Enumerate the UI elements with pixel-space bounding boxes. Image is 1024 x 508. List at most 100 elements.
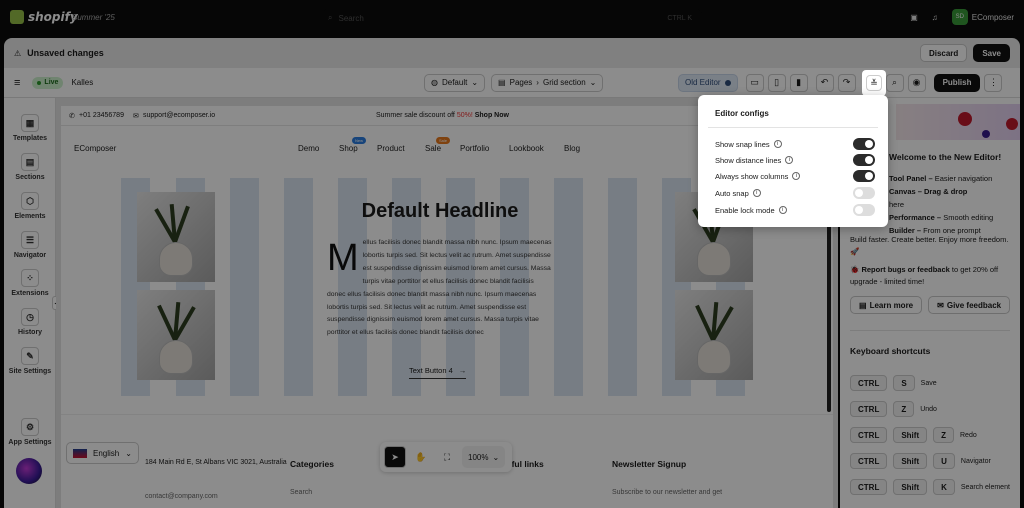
- inspect-icon[interactable]: ⌕: [885, 73, 904, 92]
- publish-button[interactable]: Publish: [933, 73, 981, 92]
- save-button[interactable]: Save: [973, 44, 1010, 62]
- bug-icon: 🐞: [850, 265, 860, 274]
- column-guide: [230, 178, 259, 396]
- give-feedback-button[interactable]: ✉ Give feedback: [928, 296, 1011, 314]
- left-sidebar: ▦ Templates ▤ Sections ⬡ Elements ☰ Navigato…: [4, 98, 60, 508]
- store-logo[interactable]: EComposer: [74, 144, 116, 153]
- info-icon[interactable]: i: [778, 206, 787, 214]
- shortcut-label: Undo: [920, 405, 937, 413]
- plant-image[interactable]: [675, 290, 753, 380]
- shopify-logo[interactable]: shopify: [10, 10, 78, 24]
- key: CTRL: [850, 479, 888, 495]
- sidebar-item-sections[interactable]: ▤ Sections: [4, 153, 56, 181]
- sidebar-item-site-settings[interactable]: ✎ Site Settings: [4, 347, 56, 375]
- show-columns-toggle[interactable]: [853, 170, 875, 182]
- chevron-down-icon: ⌄: [125, 448, 132, 458]
- config-label: Show distance lines: [715, 155, 782, 165]
- sidebar-item-label: Templates: [12, 135, 48, 142]
- feature-desc: Easier navigation: [932, 174, 993, 183]
- template-label: Default: [441, 78, 468, 87]
- old-editor-button[interactable]: Old Editor: [678, 73, 738, 92]
- decor-ball-icon: [958, 112, 972, 126]
- sidebar-item-elements[interactable]: ⬡ Elements: [4, 192, 56, 220]
- language-label: English: [93, 448, 120, 458]
- nav-blog[interactable]: Blog: [564, 144, 580, 153]
- bell-icon[interactable]: ♫: [932, 13, 938, 22]
- template-select[interactable]: ◍ Default ⌄: [424, 73, 486, 92]
- preview-eye-icon[interactable]: ◉: [907, 73, 926, 92]
- sidebar-item-label: Extensions: [11, 290, 49, 297]
- sidebar-item-label: History: [17, 329, 43, 336]
- store-icon[interactable]: ▣: [910, 13, 918, 22]
- sidebar-item-templates[interactable]: ▦ Templates: [4, 114, 56, 142]
- sidebar-item-app-settings[interactable]: ⚙ App Settings: [4, 418, 56, 446]
- nav-lookbook[interactable]: Lookbook: [509, 144, 544, 153]
- distance-lines-toggle[interactable]: [853, 154, 875, 166]
- phone-icon: ✆: [69, 113, 75, 120]
- feature-list: Tool Panel – Easier navigation Canvas – …: [889, 172, 1015, 237]
- sidebar-item-label: Sections: [15, 174, 45, 181]
- snap-lines-toggle[interactable]: [853, 138, 875, 150]
- language-select[interactable]: English ⌄: [66, 442, 139, 464]
- footer-search-link[interactable]: Search: [290, 489, 312, 496]
- default-headline[interactable]: Default Headline: [321, 200, 559, 223]
- feature-title: Performance –: [889, 213, 942, 222]
- sidebar-item-history[interactable]: ◷ History: [4, 308, 56, 336]
- account-menu[interactable]: SD EComposer: [951, 9, 1014, 25]
- report-bold: Report bugs or feedback: [861, 265, 950, 274]
- select-pointer-icon[interactable]: ➤: [384, 446, 406, 468]
- sidebar-item-extensions[interactable]: ⁘ Extensions: [4, 269, 56, 297]
- learn-more-button[interactable]: ▤ Learn more: [850, 296, 923, 314]
- promo-percent: 50%!: [456, 112, 473, 119]
- learn-more-label: Learn more: [869, 300, 914, 310]
- feature-title: Canvas – Drag & drop: [889, 187, 968, 196]
- ai-assistant-orb[interactable]: [16, 458, 42, 484]
- mobile-view-icon[interactable]: ▮: [789, 73, 808, 92]
- drop-cap: M: [327, 237, 359, 279]
- key: K: [933, 479, 955, 495]
- nav-portfolio[interactable]: Portfolio: [460, 144, 489, 153]
- info-icon[interactable]: i: [785, 156, 794, 164]
- nav-sale[interactable]: Sale: [425, 144, 441, 153]
- info-icon[interactable]: i: [773, 140, 782, 148]
- more-options-icon[interactable]: ⋮: [984, 73, 1003, 92]
- plant-image[interactable]: [137, 290, 215, 380]
- lock-mode-toggle[interactable]: [853, 204, 875, 216]
- plant-image[interactable]: [137, 192, 215, 282]
- editor-config-button-highlight[interactable]: ≚: [862, 70, 886, 96]
- redo-icon[interactable]: ↷: [837, 73, 856, 92]
- auto-snap-toggle[interactable]: [853, 187, 875, 199]
- column-guide: [284, 178, 313, 396]
- body-text[interactable]: M ellus facilisis donec blandit massa ni…: [327, 237, 553, 340]
- discard-button[interactable]: Discard: [919, 44, 968, 62]
- info-icon[interactable]: i: [752, 189, 761, 197]
- desktop-view-icon[interactable]: ▭: [745, 73, 764, 92]
- config-enable-lock-mode: Enable lock mode i: [715, 204, 875, 216]
- column-guide: [608, 178, 637, 396]
- history-icon: ◷: [21, 308, 39, 326]
- phone-number: +01 23456789: [79, 112, 124, 119]
- shop-now-link[interactable]: Shop Now: [475, 112, 509, 119]
- tablet-view-icon[interactable]: ▯: [767, 73, 786, 92]
- text-button-label: Text Button 4: [409, 366, 453, 375]
- hamburger-icon[interactable]: ≡: [14, 77, 20, 89]
- store-name[interactable]: Summer '25: [72, 13, 115, 22]
- config-label: Show snap lines: [715, 139, 770, 149]
- text-button[interactable]: Text Button 4 →: [409, 366, 467, 379]
- nav-demo[interactable]: Demo: [298, 144, 319, 153]
- zoom-select[interactable]: 100% ⌄: [462, 446, 506, 468]
- search-placeholder: Search: [338, 13, 364, 23]
- nav-product[interactable]: Product: [377, 144, 405, 153]
- shortcuts-title: Keyboard shortcuts: [850, 346, 931, 356]
- search-input[interactable]: ⌕ Search CTRL K: [322, 9, 702, 27]
- globe-icon: ◍: [431, 78, 438, 87]
- nav-shop[interactable]: Shop: [339, 144, 358, 153]
- page-select[interactable]: ▤ Pages › Grid section ⌄: [491, 73, 604, 92]
- hand-tool-icon[interactable]: ✋: [410, 446, 432, 468]
- divider: [708, 127, 878, 128]
- info-icon[interactable]: i: [792, 172, 801, 180]
- undo-icon[interactable]: ↶: [815, 73, 834, 92]
- fit-screen-icon[interactable]: ⛶: [436, 446, 458, 468]
- chevron-down-icon: ⌄: [471, 78, 479, 87]
- sidebar-item-navigator[interactable]: ☰ Navigator: [4, 231, 56, 259]
